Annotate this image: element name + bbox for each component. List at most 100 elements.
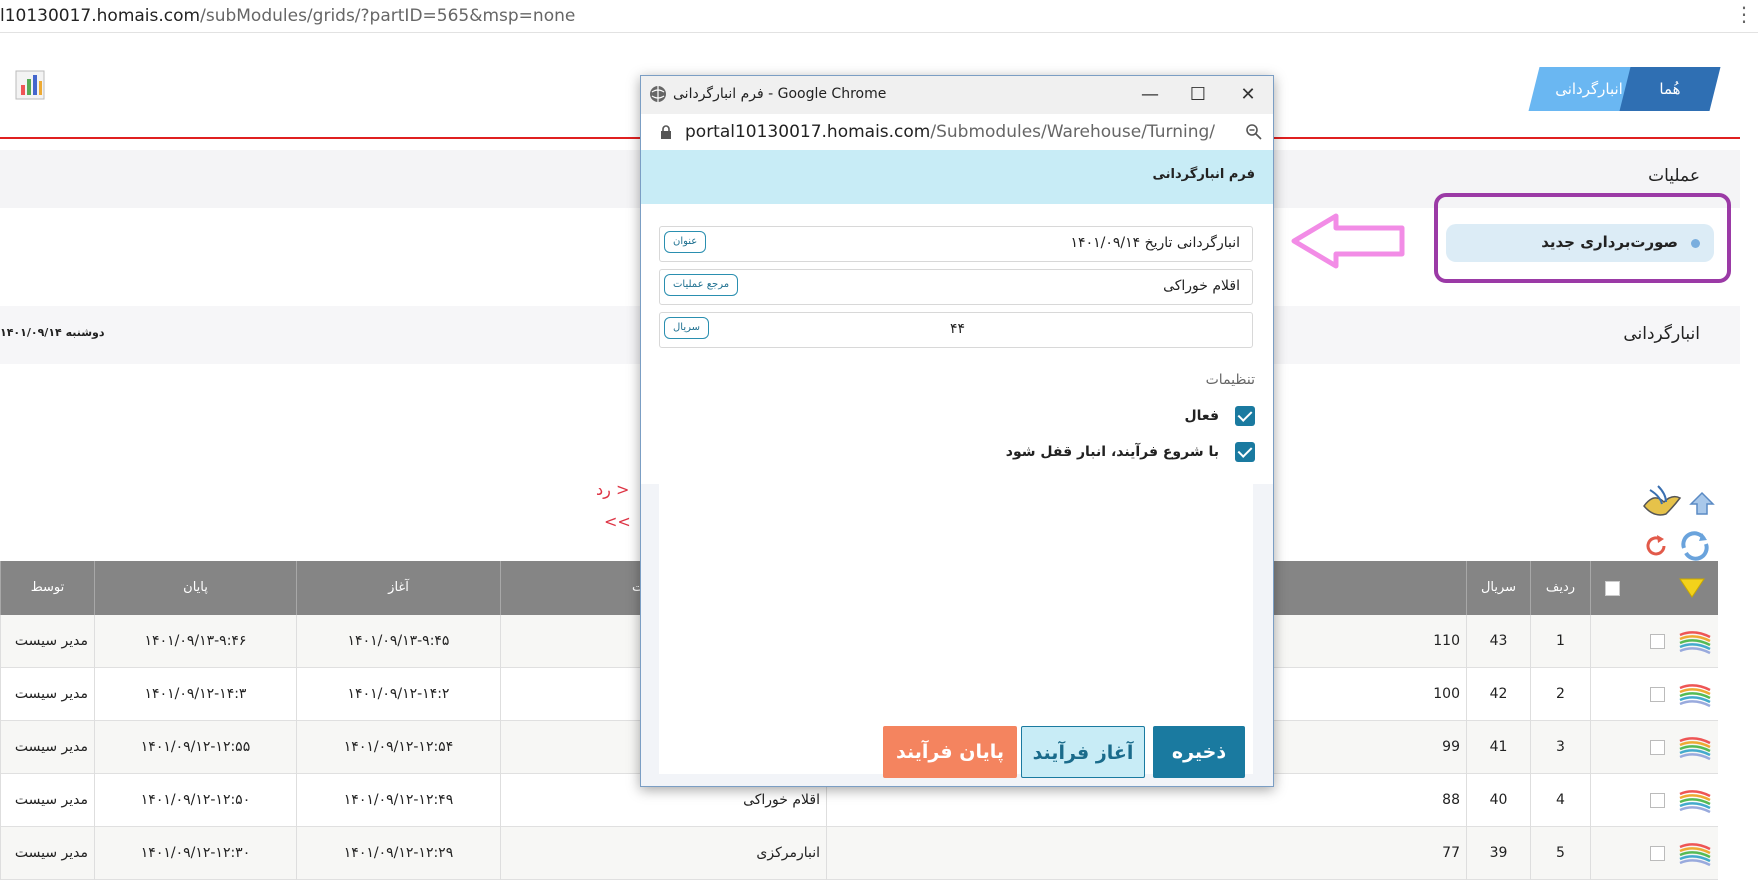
form-header: فرم انبارگردانی <box>641 150 1273 204</box>
breadcrumb-home-label: هُما <box>1659 80 1681 98</box>
start-process-button[interactable]: آغاز فرآیند <box>1021 726 1145 778</box>
row-checkbox[interactable] <box>1650 634 1665 649</box>
close-icon[interactable]: ✕ <box>1235 82 1261 108</box>
form-title: فرم انبارگردانی <box>1152 167 1255 182</box>
lock-icon <box>661 125 671 139</box>
cell-start: ۱۴۰۱/۰۹/۱۲-۱۴:۲ <box>296 668 500 721</box>
cell-by: مدیر سیست <box>0 615 94 668</box>
cell-serial: 43 <box>1466 615 1530 668</box>
cell-ref: انبارمرکزی <box>500 827 826 880</box>
cell-start: ۱۴۰۱/۰۹/۱۲-۱۲:۲۹ <box>296 827 500 880</box>
cell-serial: 40 <box>1466 774 1530 827</box>
serial-field[interactable]: ۴۴ سریال <box>659 312 1253 348</box>
table-row[interactable]: مدیر سیست ۱۴۰۱/۰۹/۱۲-۱۲:۳۰ ۱۴۰۱/۰۹/۱۲-۱۲:۲… <box>0 827 1718 880</box>
select-all-checkbox[interactable] <box>1605 581 1620 596</box>
cell-end: ۱۴۰۱/۰۹/۱۲-۱۲:۵۵ <box>94 721 296 774</box>
title-value: انبارگردانی تاریخ ۱۴۰۱/۰۹/۱۴ <box>1070 235 1240 251</box>
pager-last[interactable]: << <box>604 512 631 531</box>
cell-start: ۱۴۰۱/۰۹/۱۳-۹:۴۵ <box>296 615 500 668</box>
header-select <box>1590 561 1718 615</box>
chart-logo-icon <box>15 70 45 100</box>
section-title: انبارگردانی <box>1623 324 1700 344</box>
row-detail-icon[interactable] <box>1678 786 1712 816</box>
settings-label: تنظیمات <box>1205 372 1255 388</box>
row-checkbox[interactable] <box>1650 793 1665 808</box>
bullet-icon <box>1691 239 1700 248</box>
url-path: /subModules/grids/?partID=565&msp=none <box>200 6 576 26</box>
url-host: l10130017.homais.com <box>0 6 201 26</box>
cell-serial: 39 <box>1466 827 1530 880</box>
maximize-icon[interactable]: ☐ <box>1185 82 1211 108</box>
row-checkbox[interactable] <box>1650 740 1665 755</box>
header-end[interactable]: پایان <box>94 561 296 615</box>
operation-ref-field[interactable]: اقلام خوراکی مرجع عملیات <box>659 269 1253 305</box>
cell-end: ۱۴۰۱/۰۹/۱۲-۱۲:۵۰ <box>94 774 296 827</box>
form-body: انبارگردانی تاریخ ۱۴۰۱/۰۹/۱۴ عنوان اقلام… <box>641 204 1273 786</box>
breadcrumb-home[interactable]: هُما <box>1619 67 1721 111</box>
popup-url: portal10130017.homais.com/Submodules/War… <box>685 122 1215 142</box>
serial-label: سریال <box>664 317 709 339</box>
popup-url-host: portal10130017.homais.com <box>685 122 931 142</box>
cell-count: 77 <box>826 827 1466 880</box>
browser-menu-icon[interactable]: ⋮ <box>1734 2 1754 26</box>
serial-value: ۴۴ <box>950 321 966 337</box>
browser-url-bar[interactable]: l10130017.homais.com/subModules/grids/?p… <box>0 0 1758 33</box>
header-serial[interactable]: سریال <box>1466 561 1530 615</box>
header-row-number[interactable]: ردیف <box>1530 561 1590 615</box>
row-checkbox[interactable] <box>1650 687 1665 702</box>
cell-by: مدیر سیست <box>0 827 94 880</box>
zoom-icon[interactable] <box>1245 123 1263 141</box>
row-detail-icon[interactable] <box>1678 627 1712 657</box>
cell-row-number: 5 <box>1530 827 1590 880</box>
row-detail-icon[interactable] <box>1678 839 1712 869</box>
lock-label: با شروع فرآیند، انبار قفل شود <box>1005 444 1219 460</box>
active-label: فعال <box>1184 408 1219 424</box>
row-detail-icon[interactable] <box>1678 680 1712 710</box>
globe-icon <box>650 86 666 102</box>
popup-title-bar[interactable]: فرم انبارگردانی - Google Chrome — ☐ ✕ <box>641 76 1273 114</box>
header-start[interactable]: آغاز <box>296 561 500 615</box>
new-survey-button[interactable]: صورت‌برداری جدید <box>1446 224 1714 262</box>
cell-row-number: 3 <box>1530 721 1590 774</box>
form-popup-window: فرم انبارگردانی - Google Chrome — ☐ ✕ po… <box>640 75 1274 787</box>
lock-checkbox[interactable] <box>1235 442 1255 462</box>
cell-end: ۱۴۰۱/۰۹/۱۳-۹:۴۶ <box>94 615 296 668</box>
cell-by: مدیر سیست <box>0 774 94 827</box>
row-checkbox[interactable] <box>1650 846 1665 861</box>
cell-row-number: 1 <box>1530 615 1590 668</box>
reload-icon[interactable] <box>1644 533 1670 559</box>
operation-ref-value: اقلام خوراکی <box>1163 278 1240 294</box>
browser-url[interactable]: l10130017.homais.com/subModules/grids/?p… <box>0 6 575 26</box>
active-checkbox[interactable] <box>1235 406 1255 426</box>
cell-by: مدیر سیست <box>0 721 94 774</box>
row-detail-icon[interactable] <box>1678 733 1712 763</box>
popup-url-bar[interactable]: portal10130017.homais.com/Submodules/War… <box>641 114 1273 151</box>
cell-start: ۱۴۰۱/۰۹/۱۲-۱۲:۵۴ <box>296 721 500 774</box>
cell-start: ۱۴۰۱/۰۹/۱۲-۱۲:۴۹ <box>296 774 500 827</box>
end-process-button[interactable]: پایان فرآیند <box>883 726 1017 778</box>
refresh-icon[interactable] <box>1676 530 1714 562</box>
cell-serial: 42 <box>1466 668 1530 721</box>
popup-window-title: فرم انبارگردانی - Google Chrome <box>673 86 887 102</box>
upload-icon[interactable] <box>1688 490 1716 518</box>
filter-icon[interactable] <box>1679 577 1705 599</box>
bird-icon[interactable] <box>1640 482 1684 522</box>
cell-end: ۱۴۰۱/۰۹/۱۲-۱۴:۳ <box>94 668 296 721</box>
save-button[interactable]: ذخیره <box>1153 726 1245 778</box>
operations-title: عملیات <box>1648 166 1700 186</box>
title-field[interactable]: انبارگردانی تاریخ ۱۴۰۱/۰۹/۱۴ عنوان <box>659 226 1253 262</box>
lock-checkbox-row[interactable]: با شروع فرآیند، انبار قفل شود <box>855 442 1255 464</box>
header-by[interactable]: توسط <box>0 561 94 615</box>
current-date: دوشنبه ۱۴۰۱/۰۹/۱۴ <box>0 326 105 339</box>
pointer-arrow-icon <box>1291 213 1405 269</box>
cell-end: ۱۴۰۱/۰۹/۱۲-۱۲:۳۰ <box>94 827 296 880</box>
cell-serial: 41 <box>1466 721 1530 774</box>
cell-row-number: 2 <box>1530 668 1590 721</box>
form-card: انبارگردانی تاریخ ۱۴۰۱/۰۹/۱۴ عنوان اقلام… <box>641 204 1273 484</box>
minimize-icon[interactable]: — <box>1137 82 1163 108</box>
cell-by: مدیر سیست <box>0 668 94 721</box>
cell-row-number: 4 <box>1530 774 1590 827</box>
active-checkbox-row[interactable]: فعال <box>955 406 1255 428</box>
new-survey-label: صورت‌برداری جدید <box>1541 233 1678 251</box>
pager-next[interactable]: رد > <box>596 480 629 499</box>
